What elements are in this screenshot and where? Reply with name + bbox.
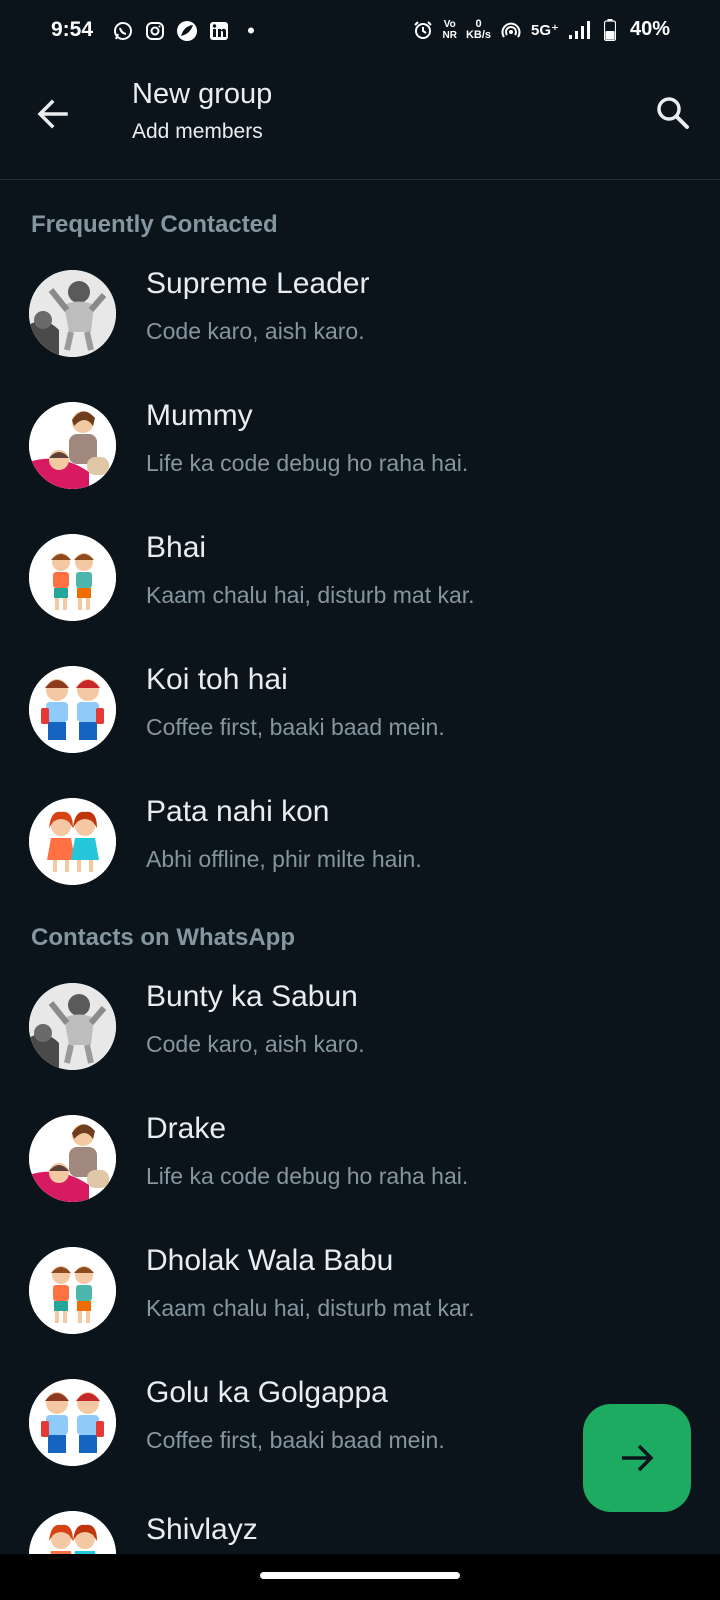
battery-level: 40% xyxy=(629,18,670,40)
leaf-app-icon xyxy=(176,20,198,42)
system-icons: Vo NR 0 KB/s 5G⁺ 40% xyxy=(412,18,670,41)
contact-row[interactable]: Supreme Leader Code karo, aish karo. xyxy=(0,267,720,402)
contact-name: Bunty ka Sabun xyxy=(146,980,358,1013)
contact-status: Life ka code debug ho raha hai. xyxy=(146,450,469,476)
home-gesture-handle[interactable] xyxy=(260,1572,460,1579)
contact-name: Dholak Wala Babu xyxy=(146,1244,394,1277)
app-bar: New group Add members xyxy=(0,64,720,180)
network-speed: 0 KB/s xyxy=(465,18,492,41)
page-title: New group xyxy=(132,78,273,110)
linkedin-icon xyxy=(208,20,230,42)
avatar xyxy=(29,534,116,621)
contact-row[interactable]: Bunty ka Sabun Code karo, aish karo. xyxy=(0,980,720,1115)
avatar xyxy=(29,1511,116,1554)
back-button[interactable] xyxy=(30,92,74,136)
signal-icon xyxy=(568,19,590,41)
contact-status: Kaam chalu hai, disturb mat kar. xyxy=(146,1295,475,1321)
contact-row[interactable]: Dholak Wala Babu Kaam chalu hai, disturb… xyxy=(0,1244,720,1379)
avatar xyxy=(29,270,116,357)
contact-row[interactable]: Pata nahi kon Abhi offline, phir milte h… xyxy=(0,795,720,930)
two-girls-cartoon-icon xyxy=(29,798,116,885)
contact-row[interactable]: Drake Life ka code debug ho raha hai. xyxy=(0,1112,720,1247)
next-button[interactable] xyxy=(583,1404,691,1512)
mother-child-cartoon-icon xyxy=(29,402,116,489)
contact-name: Golu ka Golgappa xyxy=(146,1376,388,1409)
contact-status: Code karo, aish karo. xyxy=(146,318,365,344)
page-subtitle: Add members xyxy=(132,120,263,143)
contact-name: Shivlayz xyxy=(146,1513,258,1546)
two-kids-cartoon-icon xyxy=(29,534,116,621)
network-speed-unit: KB/s xyxy=(465,28,492,41)
alarm-icon xyxy=(412,19,434,41)
two-schoolboys-cartoon-icon xyxy=(29,666,116,753)
contact-row[interactable]: Shivlayz xyxy=(0,1511,720,1554)
more-notifications-dot: • xyxy=(247,18,255,43)
network-type: 5G⁺ xyxy=(531,21,559,39)
system-nav-bar xyxy=(0,1554,720,1600)
contact-status: Life ka code debug ho raha hai. xyxy=(146,1163,469,1189)
contact-status: Kaam chalu hai, disturb mat kar. xyxy=(146,582,475,608)
notification-icons: • xyxy=(112,18,262,43)
mother-child-cartoon-icon xyxy=(29,1115,116,1202)
contact-name: Supreme Leader xyxy=(146,267,370,300)
arrow-forward-icon xyxy=(622,1444,654,1472)
contact-row[interactable]: Mummy Life ka code debug ho raha hai. xyxy=(0,399,720,534)
father-child-photo-icon xyxy=(29,983,116,1070)
contact-row[interactable]: Bhai Kaam chalu hai, disturb mat kar. xyxy=(0,531,720,666)
contact-status: Code karo, aish karo. xyxy=(146,1031,365,1057)
contact-name: Koi toh hai xyxy=(146,663,288,696)
father-child-photo-icon xyxy=(29,270,116,357)
contact-row[interactable]: Koi toh hai Coffee first, baaki baad mei… xyxy=(0,663,720,798)
arrow-back-icon xyxy=(37,99,68,129)
section-header-frequently-contacted: Frequently Contacted xyxy=(31,211,278,238)
volte-indicator: Vo NR xyxy=(442,18,457,41)
contact-name: Bhai xyxy=(146,531,207,564)
avatar xyxy=(29,1115,116,1202)
contact-name: Pata nahi kon xyxy=(146,795,330,828)
avatar xyxy=(29,1379,116,1466)
search-icon xyxy=(657,97,689,129)
hotspot-icon xyxy=(500,19,522,41)
section-header-contacts-on-whatsapp: Contacts on WhatsApp xyxy=(31,924,295,951)
two-schoolboys-cartoon-icon xyxy=(29,1379,116,1466)
avatar xyxy=(29,666,116,753)
avatar xyxy=(29,983,116,1070)
whatsapp-icon xyxy=(112,20,134,42)
contact-status: Coffee first, baaki baad mein. xyxy=(146,714,445,740)
contact-status: Abhi offline, phir milte hain. xyxy=(146,846,422,872)
status-time: 9:54 xyxy=(51,18,94,41)
avatar xyxy=(29,402,116,489)
two-girls-cartoon-icon xyxy=(29,1511,116,1554)
avatar xyxy=(29,798,116,885)
contact-status: Coffee first, baaki baad mein. xyxy=(146,1427,445,1453)
two-kids-cartoon-icon xyxy=(29,1247,116,1334)
search-button[interactable] xyxy=(650,90,696,136)
instagram-icon xyxy=(144,20,166,42)
avatar xyxy=(29,1247,116,1334)
status-bar: 9:54 • Vo NR 0 KB/s 5G⁺ 40% xyxy=(0,0,720,64)
battery-icon xyxy=(599,18,621,41)
contact-name: Mummy xyxy=(146,399,253,432)
contact-name: Drake xyxy=(146,1112,227,1145)
